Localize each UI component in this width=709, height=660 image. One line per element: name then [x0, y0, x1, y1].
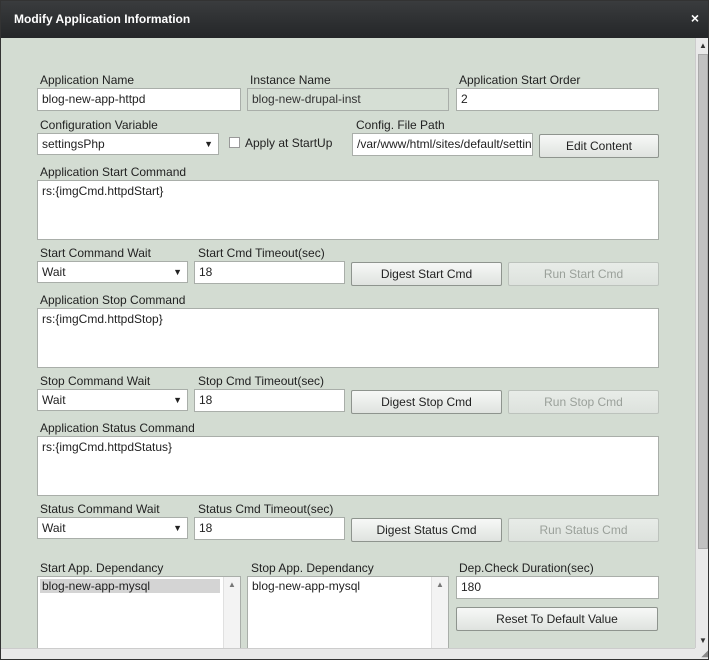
scroll-up-icon[interactable]: ▲: [436, 580, 444, 589]
dialog-body: Application Name blog-new-app-httpd Inst…: [1, 38, 695, 648]
stop-timeout-input[interactable]: 18: [194, 389, 345, 412]
config-path-input[interactable]: /var/www/html/sites/default/settings.php: [352, 133, 533, 156]
digest-stop-cmd-button[interactable]: Digest Stop Cmd: [351, 390, 502, 414]
list-scrollbar[interactable]: ▲: [431, 577, 448, 648]
status-wait-value: Wait: [42, 521, 66, 535]
start-wait-label: Start Command Wait: [40, 246, 151, 260]
resize-grip-icon[interactable]: ◢: [695, 648, 708, 659]
stop-cmd-textarea[interactable]: rs:{imgCmd.httpdStop}: [37, 308, 659, 368]
config-var-select[interactable]: settingsPhp ▼: [37, 133, 219, 155]
config-var-value: settingsPhp: [42, 137, 105, 151]
run-stop-cmd-button[interactable]: Run Stop Cmd: [508, 390, 659, 414]
config-path-label: Config. File Path: [356, 118, 445, 132]
start-dep-list[interactable]: blog-new-app-mysql ▲: [37, 576, 241, 648]
list-item[interactable]: blog-new-app-mysql: [40, 579, 220, 593]
scroll-down-icon[interactable]: ▼: [699, 636, 707, 645]
reset-default-button[interactable]: Reset To Default Value: [456, 607, 658, 631]
instance-name-field: blog-new-drupal-inst: [247, 88, 449, 111]
horizontal-scrollbar[interactable]: [1, 648, 695, 659]
stop-wait-label: Stop Command Wait: [40, 374, 151, 388]
status-timeout-input[interactable]: 18: [194, 517, 345, 540]
stop-dep-list[interactable]: blog-new-app-mysql ▲: [247, 576, 449, 648]
app-name-input[interactable]: blog-new-app-httpd: [37, 88, 241, 111]
config-var-label: Configuration Variable: [40, 118, 158, 132]
run-start-cmd-button[interactable]: Run Start Cmd: [508, 262, 659, 286]
status-cmd-textarea[interactable]: rs:{imgCmd.httpdStatus}: [37, 436, 659, 496]
scroll-up-icon[interactable]: ▲: [228, 580, 236, 589]
apply-startup-checkbox[interactable]: [229, 137, 240, 148]
chevron-down-icon: ▼: [173, 523, 182, 533]
start-wait-select[interactable]: Wait ▼: [37, 261, 188, 283]
app-name-label: Application Name: [40, 73, 135, 87]
run-status-cmd-button[interactable]: Run Status Cmd: [508, 518, 659, 542]
apply-startup-label: Apply at StartUp: [245, 136, 333, 150]
edit-content-button[interactable]: Edit Content: [539, 134, 659, 158]
stop-wait-value: Wait: [42, 393, 66, 407]
start-cmd-textarea[interactable]: rs:{imgCmd.httpdStart}: [37, 180, 659, 240]
status-wait-label: Status Command Wait: [40, 502, 160, 516]
dialog-titlebar: Modify Application Information ×: [1, 1, 708, 38]
start-dep-label: Start App. Dependancy: [40, 561, 164, 575]
list-scrollbar[interactable]: ▲: [223, 577, 240, 648]
start-timeout-label: Start Cmd Timeout(sec): [198, 246, 325, 260]
scroll-up-icon[interactable]: ▲: [699, 41, 707, 50]
modify-application-dialog: Modify Application Information × Applica…: [0, 0, 709, 660]
stop-cmd-label: Application Stop Command: [40, 293, 186, 307]
stop-timeout-label: Stop Cmd Timeout(sec): [198, 374, 325, 388]
stop-dep-label: Stop App. Dependancy: [251, 561, 374, 575]
status-cmd-label: Application Status Command: [40, 421, 195, 435]
start-timeout-input[interactable]: 18: [194, 261, 345, 284]
instance-name-label: Instance Name: [250, 73, 331, 87]
stop-wait-select[interactable]: Wait ▼: [37, 389, 188, 411]
start-cmd-label: Application Start Command: [40, 165, 187, 179]
list-item[interactable]: blog-new-app-mysql: [250, 579, 430, 593]
scrollbar-thumb[interactable]: [698, 54, 708, 549]
dep-check-input[interactable]: 180: [456, 576, 659, 599]
close-icon[interactable]: ×: [691, 10, 699, 26]
start-order-input[interactable]: 2: [456, 88, 659, 111]
dep-check-label: Dep.Check Duration(sec): [459, 561, 594, 575]
start-order-label: Application Start Order: [459, 73, 581, 87]
chevron-down-icon: ▼: [173, 267, 182, 277]
chevron-down-icon: ▼: [173, 395, 182, 405]
chevron-down-icon: ▼: [204, 139, 213, 149]
digest-start-cmd-button[interactable]: Digest Start Cmd: [351, 262, 502, 286]
status-wait-select[interactable]: Wait ▼: [37, 517, 188, 539]
start-wait-value: Wait: [42, 265, 66, 279]
dialog-title: Modify Application Information: [14, 12, 191, 26]
digest-status-cmd-button[interactable]: Digest Status Cmd: [351, 518, 502, 542]
vertical-scrollbar[interactable]: ▲ ▼: [695, 38, 708, 648]
status-timeout-label: Status Cmd Timeout(sec): [198, 502, 334, 516]
